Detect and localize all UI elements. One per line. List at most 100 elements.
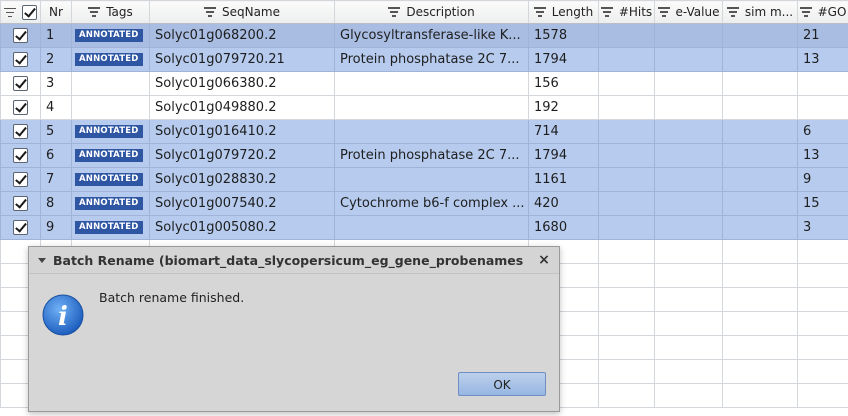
- annotated-badge: ANNOTATED: [75, 197, 143, 210]
- sim-cell: [722, 191, 798, 216]
- column-header-hits[interactable]: #Hits: [598, 0, 655, 24]
- description-cell[interactable]: [334, 119, 529, 144]
- select-all-checkbox[interactable]: [22, 4, 37, 20]
- go-cell: 13: [797, 47, 848, 72]
- column-header-seqname[interactable]: SeqName: [149, 0, 335, 24]
- table-row[interactable]: 8 ANNOTATED Solyc01g007540.2 Cytochrome …: [0, 191, 848, 216]
- filter-icon[interactable]: [726, 7, 739, 17]
- tags-cell: ANNOTATED: [71, 47, 150, 72]
- seqname-cell[interactable]: Solyc01g079720.2: [149, 143, 335, 168]
- window-menu-icon[interactable]: [37, 255, 47, 265]
- description-cell[interactable]: [334, 71, 529, 96]
- dialog-title: Batch Rename (biomart_data_slycopersicum…: [53, 252, 523, 268]
- filter-icon[interactable]: [4, 7, 16, 17]
- table-row[interactable]: 4 Solyc01g049880.2 192: [0, 95, 848, 120]
- row-checkbox[interactable]: [13, 148, 28, 163]
- filter-icon[interactable]: [533, 7, 546, 17]
- row-check-cell[interactable]: [0, 47, 41, 72]
- go-cell: 3: [797, 215, 848, 240]
- nr-cell: 5: [40, 119, 72, 144]
- seqname-cell[interactable]: Solyc01g005080.2: [149, 215, 335, 240]
- hits-cell: [598, 71, 655, 96]
- description-cell[interactable]: Protein phosphatase 2C 7...: [334, 47, 529, 72]
- ok-button[interactable]: OK: [458, 372, 546, 396]
- tags-cell: [71, 95, 150, 120]
- svg-text:i: i: [58, 302, 68, 332]
- column-header-length[interactable]: Length: [528, 0, 599, 24]
- seqname-cell[interactable]: Solyc01g016410.2: [149, 119, 335, 144]
- row-checkbox[interactable]: [13, 220, 28, 235]
- column-header-description[interactable]: Description: [334, 0, 529, 24]
- filter-icon[interactable]: [657, 7, 670, 17]
- seqname-cell[interactable]: Solyc01g049880.2: [149, 95, 335, 120]
- column-header-label: Description: [406, 4, 475, 19]
- go-cell: 6: [797, 119, 848, 144]
- table-row[interactable]: 7 ANNOTATED Solyc01g028830.2 1161 9: [0, 167, 848, 192]
- nr-cell: 6: [40, 143, 72, 168]
- description-cell[interactable]: Cytochrome b6-f complex ...: [334, 191, 529, 216]
- table-row[interactable]: 2 ANNOTATED Solyc01g079720.21 Protein ph…: [0, 47, 848, 72]
- column-header-go[interactable]: #GO: [797, 0, 848, 24]
- row-check-cell[interactable]: [0, 119, 41, 144]
- row-checkbox[interactable]: [13, 28, 28, 43]
- row-checkbox[interactable]: [13, 52, 28, 67]
- row-check-cell[interactable]: [0, 191, 41, 216]
- row-check-cell[interactable]: [0, 23, 41, 48]
- table-row[interactable]: 1 ANNOTATED Solyc01g068200.2 Glycosyltra…: [0, 23, 848, 48]
- length-cell: 1680: [528, 215, 599, 240]
- dialog-message: Batch rename finished.: [99, 290, 245, 305]
- row-checkbox[interactable]: [13, 100, 28, 115]
- table-row[interactable]: 3 Solyc01g066380.2 156: [0, 71, 848, 96]
- evalue-cell: [654, 215, 723, 240]
- filter-icon[interactable]: [88, 7, 101, 17]
- filter-icon[interactable]: [799, 7, 812, 17]
- close-icon[interactable]: ×: [535, 251, 553, 269]
- evalue-cell: [654, 191, 723, 216]
- row-checkbox[interactable]: [13, 76, 28, 91]
- evalue-cell: [654, 71, 723, 96]
- seqname-cell[interactable]: Solyc01g079720.21: [149, 47, 335, 72]
- seqname-cell[interactable]: Solyc01g066380.2: [149, 71, 335, 96]
- info-icon: i: [42, 294, 84, 336]
- seqname-cell[interactable]: Solyc01g068200.2: [149, 23, 335, 48]
- hits-cell: [598, 23, 655, 48]
- table-row[interactable]: 9 ANNOTATED Solyc01g005080.2 1680 3: [0, 215, 848, 240]
- description-cell[interactable]: [334, 95, 529, 120]
- row-check-cell[interactable]: [0, 95, 41, 120]
- seqname-cell[interactable]: Solyc01g007540.2: [149, 191, 335, 216]
- go-cell: 13: [797, 143, 848, 168]
- row-check-cell[interactable]: [0, 215, 41, 240]
- column-header-evalue[interactable]: e-Value: [654, 0, 723, 24]
- sim-cell: [722, 215, 798, 240]
- row-checkbox[interactable]: [13, 172, 28, 187]
- nr-cell: 2: [40, 47, 72, 72]
- filter-icon[interactable]: [600, 7, 613, 17]
- go-cell: 15: [797, 191, 848, 216]
- annotated-badge: ANNOTATED: [75, 29, 143, 42]
- column-header-label: #GO: [817, 4, 847, 19]
- length-cell: 420: [528, 191, 599, 216]
- column-header-label: Length: [551, 4, 594, 19]
- row-check-cell[interactable]: [0, 71, 41, 96]
- dialog-titlebar[interactable]: Batch Rename (biomart_data_slycopersicum…: [29, 247, 559, 274]
- description-cell[interactable]: Glycosyltransferase-like K...: [334, 23, 529, 48]
- table-row[interactable]: 6 ANNOTATED Solyc01g079720.2 Protein pho…: [0, 143, 848, 168]
- length-cell: 192: [528, 95, 599, 120]
- column-header-sim[interactable]: sim m...: [722, 0, 798, 24]
- column-header-label: Nr: [49, 5, 63, 19]
- go-cell: [797, 71, 848, 96]
- row-checkbox[interactable]: [13, 196, 28, 211]
- row-check-cell[interactable]: [0, 167, 41, 192]
- description-cell[interactable]: [334, 167, 529, 192]
- column-header-nr[interactable]: Nr: [40, 0, 72, 24]
- filter-icon[interactable]: [203, 7, 216, 17]
- filter-icon[interactable]: [388, 7, 401, 17]
- table-row[interactable]: 5 ANNOTATED Solyc01g016410.2 714 6: [0, 119, 848, 144]
- row-checkbox[interactable]: [13, 124, 28, 139]
- column-header-tags[interactable]: Tags: [71, 0, 150, 24]
- description-cell[interactable]: [334, 215, 529, 240]
- description-cell[interactable]: Protein phosphatase 2C 7...: [334, 143, 529, 168]
- column-header-select-all[interactable]: [0, 0, 41, 24]
- row-check-cell[interactable]: [0, 143, 41, 168]
- seqname-cell[interactable]: Solyc01g028830.2: [149, 167, 335, 192]
